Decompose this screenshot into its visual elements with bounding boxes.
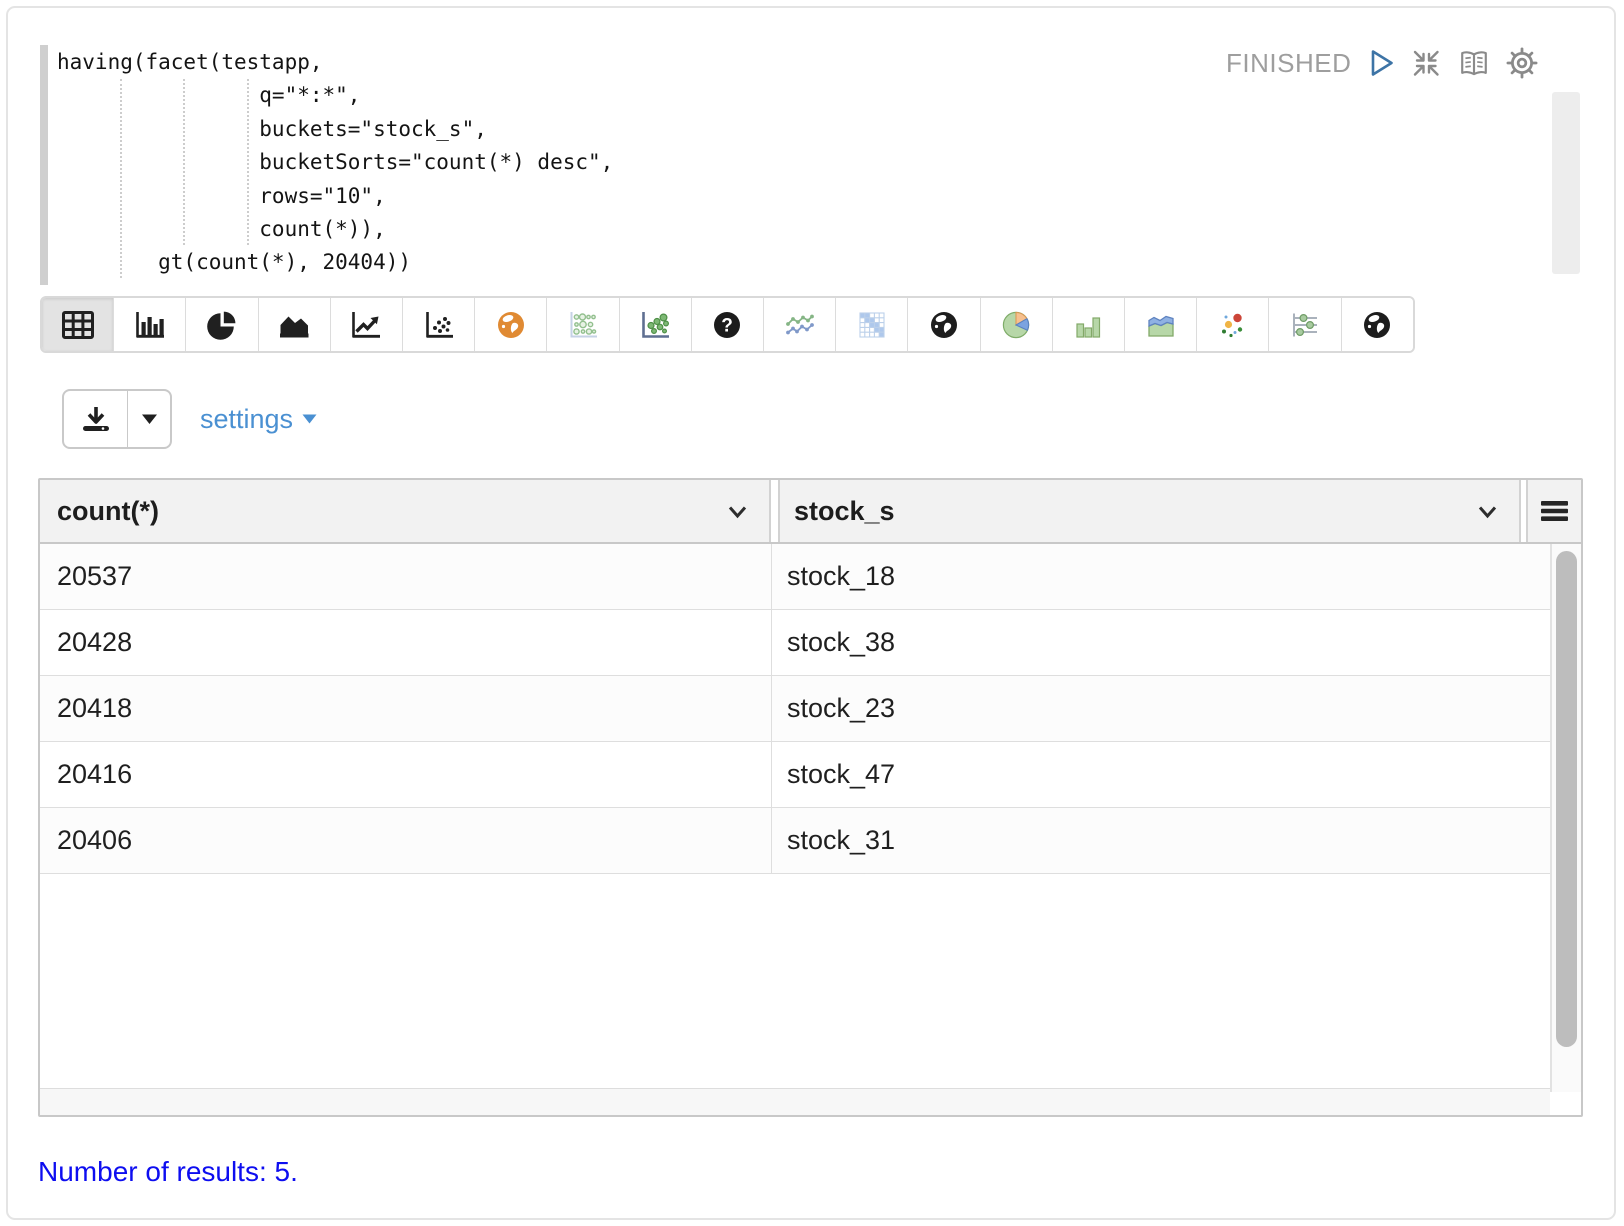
code-line[interactable]: buckets="stock_s", [40,113,1480,146]
results-table: count(*) stock_s 20537 stock_18 [38,478,1583,1117]
table-row: 20406 stock_31 [40,808,1550,874]
compress-icon [1410,48,1442,78]
editor-scrollbar[interactable] [1552,92,1580,274]
results-count-text: Number of results: 5. [38,1156,298,1188]
table-footer-strip [40,1088,1550,1115]
bubble-matrix-icon [567,310,599,340]
heatmap-icon [857,310,887,340]
cell-count: 20418 [40,676,772,741]
settings-toggle[interactable]: settings [200,397,317,441]
chart-pie-button[interactable] [186,298,258,351]
column-header-stock[interactable]: stock_s [778,480,1521,542]
table-row: 20537 stock_18 [40,544,1550,610]
chart-table-button[interactable] [42,298,114,351]
bubble-color-icon [1218,310,1248,340]
cell-stock: stock_38 [772,610,1550,675]
chart-multi-line-button[interactable] [764,298,836,351]
pie-color-icon [1000,310,1032,340]
chart-globe-dark-2-button[interactable] [1342,298,1413,351]
table-scrollbar-thumb[interactable] [1556,551,1577,1047]
gear-icon [1506,47,1538,79]
multi-line-chart-icon [784,310,816,340]
chart-scatter-button[interactable] [403,298,475,351]
chart-bubble-color-button[interactable] [1197,298,1269,351]
caret-down-icon [302,414,317,424]
chart-help-button[interactable]: ? [692,298,764,351]
status-badge: FINISHED [1226,48,1351,79]
chart-scatter-green-button[interactable] [620,298,692,351]
chevron-down-icon[interactable] [728,505,747,519]
cell-stock: stock_31 [772,808,1550,873]
chevron-down-icon[interactable] [1478,505,1497,519]
globe-dark-icon [1362,310,1392,340]
area-color-icon [1145,310,1177,340]
globe-dark-icon [929,310,959,340]
chart-area-color-button[interactable] [1125,298,1197,351]
run-button[interactable] [1369,48,1396,78]
code-line[interactable]: count(*)), [40,213,1480,246]
paragraph-settings-button[interactable] [1506,47,1538,79]
table-icon [61,310,95,340]
chart-map-button[interactable] [475,298,547,351]
chart-bubble-matrix-button[interactable] [547,298,619,351]
cell-stock: stock_47 [772,742,1550,807]
play-icon [1369,48,1396,78]
scatter-green-icon [639,310,671,340]
collapse-button[interactable] [1410,48,1442,78]
chart-sliders-button[interactable] [1269,298,1341,351]
output-toggle-button[interactable] [1456,48,1492,78]
chart-heatmap-button[interactable] [836,298,908,351]
hamburger-menu-icon [1540,500,1569,522]
grid-menu-button[interactable] [1526,480,1581,542]
table-row: 20428 stock_38 [40,610,1550,676]
code-line[interactable]: q="*:*", [40,79,1480,112]
scatter-plot-icon [423,310,455,340]
chart-globe-dark-button[interactable] [908,298,980,351]
cell-count: 20416 [40,742,772,807]
paragraph-controls: FINISHED [1226,46,1538,80]
code-line[interactable]: rows="10", [40,180,1480,213]
table-scrollbar-track [1550,544,1581,1092]
table-header: count(*) stock_s [40,480,1581,544]
column-header-label: stock_s [794,496,895,526]
table-rows: 20537 stock_18 20428 stock_38 20418 stoc… [40,544,1550,1092]
code-editor[interactable]: having(facet(testapp, q="*:*", buckets="… [40,46,1480,280]
chart-pie-color-button[interactable] [981,298,1053,351]
cell-count: 20537 [40,544,772,609]
table-row: 20418 stock_23 [40,676,1550,742]
column-header-count[interactable]: count(*) [40,480,771,542]
chart-area-button[interactable] [259,298,331,351]
pie-chart-icon [207,310,237,340]
bar-chart-icon [134,310,166,340]
header-gap [771,480,778,542]
download-button[interactable] [64,391,128,447]
globe-orange-icon [496,310,526,340]
cell-count: 20428 [40,610,772,675]
code-line[interactable]: bucketSorts="count(*) desc", [40,146,1480,179]
cell-stock: stock_23 [772,676,1550,741]
line-chart-icon [350,310,382,340]
sliders-icon [1289,310,1321,340]
bar-color-icon [1072,310,1104,340]
chart-bar-color-button[interactable] [1053,298,1125,351]
download-icon [81,405,111,433]
cell-count: 20406 [40,808,772,873]
chart-line-button[interactable] [331,298,403,351]
area-chart-icon [278,310,310,340]
table-row: 20416 stock_47 [40,742,1550,808]
cell-stock: stock_18 [772,544,1550,609]
code-line[interactable]: gt(count(*), 20404)) [40,246,1480,279]
download-button-group [62,389,172,449]
settings-label: settings [200,404,293,435]
chart-type-toolbar: ? [40,296,1415,353]
caret-down-icon [141,413,158,425]
svg-text:?: ? [722,315,734,336]
help-icon: ? [712,310,742,340]
table-body: 20537 stock_18 20428 stock_38 20418 stoc… [40,544,1581,1092]
download-options-button[interactable] [128,391,170,447]
book-icon [1456,48,1492,78]
column-header-label: count(*) [57,496,159,526]
chart-bar-button[interactable] [114,298,186,351]
